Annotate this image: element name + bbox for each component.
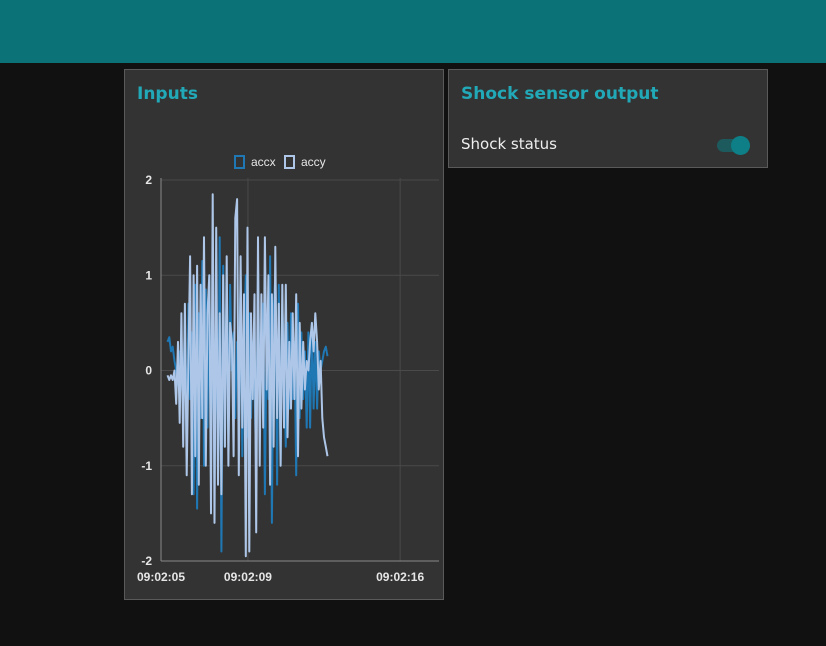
- shock-status-toggle[interactable]: [716, 134, 754, 156]
- toggle-switch-icon: [731, 136, 750, 155]
- x-tick-label: 09:02:05: [137, 570, 185, 584]
- legend-swatch: [234, 155, 245, 169]
- legend-label: accy: [301, 155, 326, 169]
- legend-swatch: [284, 155, 295, 169]
- inputs-card: Inputs 2 1 0 -1 -2 09:02:05 09:02:09 09:02:16 a…: [124, 69, 444, 600]
- y-tick-label: -1: [141, 459, 152, 473]
- y-tick-label: 1: [145, 268, 152, 282]
- legend-item-accx[interactable]: accx: [234, 155, 276, 169]
- x-tick-label: 09:02:16: [376, 570, 424, 584]
- shock-sensor-card: Shock sensor output Shock status: [448, 69, 768, 168]
- shock-status-label: Shock status: [461, 135, 557, 153]
- legend-label: accx: [251, 155, 276, 169]
- shock-card-title: Shock sensor output: [461, 84, 659, 104]
- y-tick-label: 2: [145, 173, 152, 187]
- y-tick-label: 0: [145, 364, 152, 378]
- y-tick-label: -2: [141, 554, 152, 568]
- top-bar: [0, 0, 826, 63]
- x-tick-label: 09:02:09: [224, 570, 272, 584]
- legend-item-accy[interactable]: accy: [284, 155, 326, 169]
- inputs-chart: 2 1 0 -1 -2 09:02:05 09:02:09 09:02:16 accx accy: [137, 155, 439, 584]
- chart-legend[interactable]: accx accy: [234, 155, 326, 169]
